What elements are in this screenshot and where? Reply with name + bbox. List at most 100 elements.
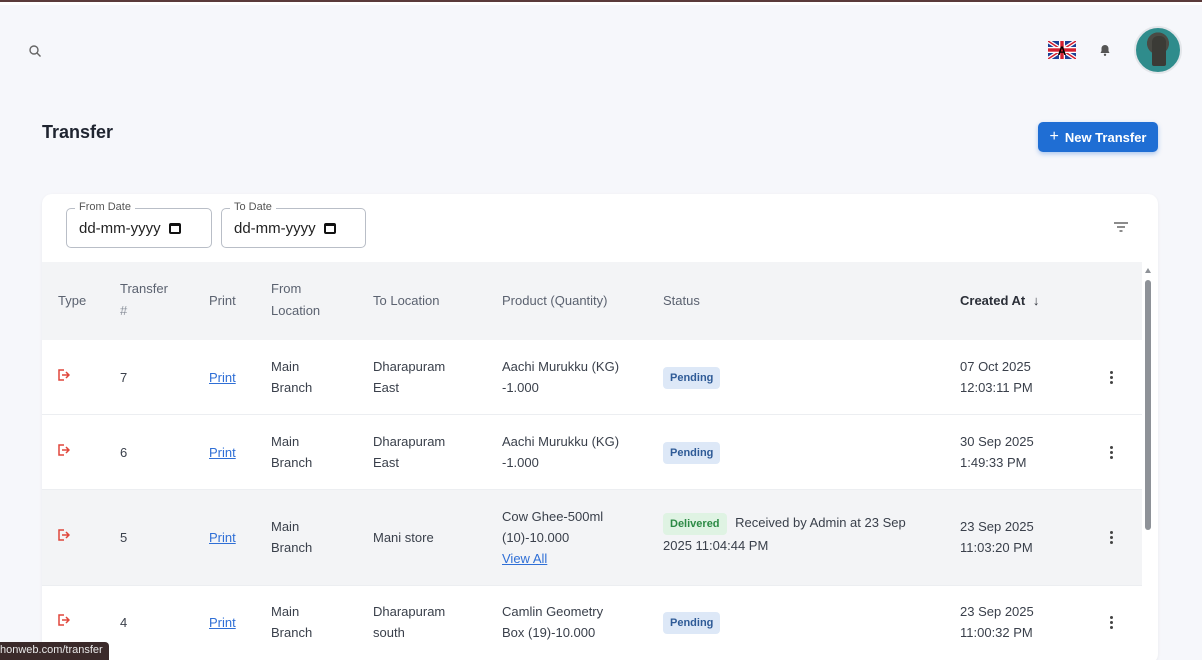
created-date: 23 Sep 2025 <box>960 519 1034 534</box>
to-date-label: To Date <box>230 201 276 213</box>
from-location-line1: Main <box>271 359 300 374</box>
to-location: Dharapuram East <box>373 431 445 473</box>
transfer-number: 7 <box>120 370 128 385</box>
col-status: Status <box>663 293 700 308</box>
status-cell: Pending <box>663 611 721 634</box>
to-location-line2: south <box>373 625 405 640</box>
col-transfer-line2: # <box>120 303 128 318</box>
transfer-out-icon <box>58 444 70 456</box>
created-time: 11:00:32 PM <box>960 625 1033 640</box>
print-link[interactable]: Print <box>209 527 236 548</box>
col-type: Type <box>58 293 87 308</box>
transfer-out-icon <box>58 529 70 541</box>
status-badge: Delivered <box>663 513 727 535</box>
link-status-bar: honweb.com/transfer <box>0 642 109 660</box>
status-cell: Pending <box>663 441 721 464</box>
col-created-at[interactable]: Created At ↓ <box>960 290 1039 312</box>
table-scrollbar[interactable] <box>1142 268 1154 660</box>
col-transfer: Transfer # <box>120 278 168 322</box>
col-from-location: From Location <box>271 278 320 322</box>
uk-flag-icon[interactable]: A <box>1048 41 1076 59</box>
status-note-line1: Received by Admin at 23 Sep <box>735 515 906 530</box>
transfer-number: 4 <box>120 615 128 630</box>
product-quantity: Camlin Geometry Box (19)-10.000 <box>502 601 603 643</box>
page-title: Transfer <box>42 122 114 142</box>
to-location: Dharapuram East <box>373 356 445 398</box>
from-location-line2: Branch <box>271 455 313 470</box>
new-transfer-button[interactable]: + New Transfer <box>1038 122 1158 152</box>
product-quantity: Aachi Murukku (KG) -1.000 <box>502 356 619 398</box>
transfer-number: 6 <box>120 445 128 460</box>
created-at: 23 Sep 2025 11:00:32 PM <box>960 601 1034 643</box>
from-location-line1: Main <box>271 604 300 619</box>
sort-arrow-icon: ↓ <box>1032 293 1040 308</box>
more-options-icon[interactable] <box>1110 616 1114 630</box>
product-line2: -1.000 <box>502 455 539 470</box>
table-row: 4 Print Main Branch Dharapuram south Camli… <box>42 586 1142 660</box>
col-created-label: Created At <box>960 293 1026 308</box>
from-location-line2: Branch <box>271 540 313 555</box>
view-all-link[interactable]: View All <box>502 548 603 569</box>
status-badge: Pending <box>663 612 721 634</box>
from-location: Main Branch <box>271 516 312 558</box>
to-location-line2: East <box>373 380 400 395</box>
more-options-icon[interactable] <box>1110 371 1114 385</box>
to-location: Mani store <box>373 527 434 548</box>
filter-icon[interactable] <box>1114 221 1128 233</box>
svg-text:A: A <box>1058 44 1067 58</box>
from-date-field[interactable]: From Date dd-mm-yyyy <box>66 201 212 248</box>
product-line2: Box (19)-10.000 <box>502 625 596 640</box>
from-location-line2: Branch <box>271 380 313 395</box>
from-date-label: From Date <box>75 201 135 213</box>
status-badge: Pending <box>663 367 721 389</box>
user-avatar[interactable] <box>1134 26 1182 74</box>
status-cell: Delivered Received by Admin at 23 Sep 20… <box>663 512 953 556</box>
calendar-icon[interactable] <box>168 222 181 234</box>
to-location-line1: Dharapuram <box>373 359 446 374</box>
to-location-line1: Mani store <box>373 530 434 545</box>
created-at: 07 Oct 2025 12:03:11 PM <box>960 356 1033 398</box>
more-options-icon[interactable] <box>1110 446 1114 460</box>
plus-icon: + <box>1049 128 1059 145</box>
from-date-value: dd-mm-yyyy <box>79 219 161 237</box>
created-date: 23 Sep 2025 <box>960 604 1034 619</box>
created-time: 11:03:20 PM <box>960 540 1033 555</box>
status-cell: Pending <box>663 366 721 389</box>
new-transfer-label: New Transfer <box>1064 129 1147 145</box>
to-location-line1: Dharapuram <box>373 434 446 449</box>
created-time: 1:49:33 PM <box>960 455 1027 470</box>
col-from-line1: From <box>271 281 302 296</box>
product-line2: (10)-10.000 <box>502 530 570 545</box>
from-location-line2: Branch <box>271 625 313 640</box>
from-location: Main Branch <box>271 601 312 643</box>
product-line1: Cow Ghee-500ml <box>502 509 604 524</box>
scroll-up-arrow-icon[interactable] <box>1145 268 1151 273</box>
scrollbar-thumb[interactable] <box>1145 280 1151 530</box>
calendar-icon[interactable] <box>323 222 336 234</box>
product-line1: Aachi Murukku (KG) <box>502 359 620 374</box>
from-location-line1: Main <box>271 519 300 534</box>
created-time: 12:03:11 PM <box>960 380 1033 395</box>
table-row: 7 Print Main Branch Dharapuram East Aachi … <box>42 340 1142 415</box>
bell-icon[interactable] <box>1098 43 1112 57</box>
status-badge: Pending <box>663 442 721 464</box>
product-quantity: Aachi Murukku (KG) -1.000 <box>502 431 619 473</box>
to-location-line2: East <box>373 455 400 470</box>
print-link[interactable]: Print <box>209 612 236 633</box>
print-link[interactable]: Print <box>209 442 236 463</box>
more-options-icon[interactable] <box>1110 531 1114 545</box>
transfer-table-card: From Date dd-mm-yyyy To Date dd-mm-yyyy … <box>42 194 1158 660</box>
product-quantity: Cow Ghee-500ml (10)-10.000 View All <box>502 506 603 569</box>
status-note-line2: 2025 11:04:44 PM <box>663 538 769 553</box>
to-date-value: dd-mm-yyyy <box>234 219 316 237</box>
col-from-line2: Location <box>271 303 321 318</box>
to-location-line1: Dharapuram <box>373 604 446 619</box>
transfer-out-icon <box>58 369 70 381</box>
created-date: 30 Sep 2025 <box>960 434 1034 449</box>
print-link[interactable]: Print <box>209 367 236 388</box>
col-transfer-line1: Transfer <box>120 281 168 296</box>
to-date-field[interactable]: To Date dd-mm-yyyy <box>221 201 366 248</box>
product-line1: Aachi Murukku (KG) <box>502 434 620 449</box>
created-at: 23 Sep 2025 11:03:20 PM <box>960 516 1034 558</box>
search-icon[interactable] <box>28 44 42 58</box>
